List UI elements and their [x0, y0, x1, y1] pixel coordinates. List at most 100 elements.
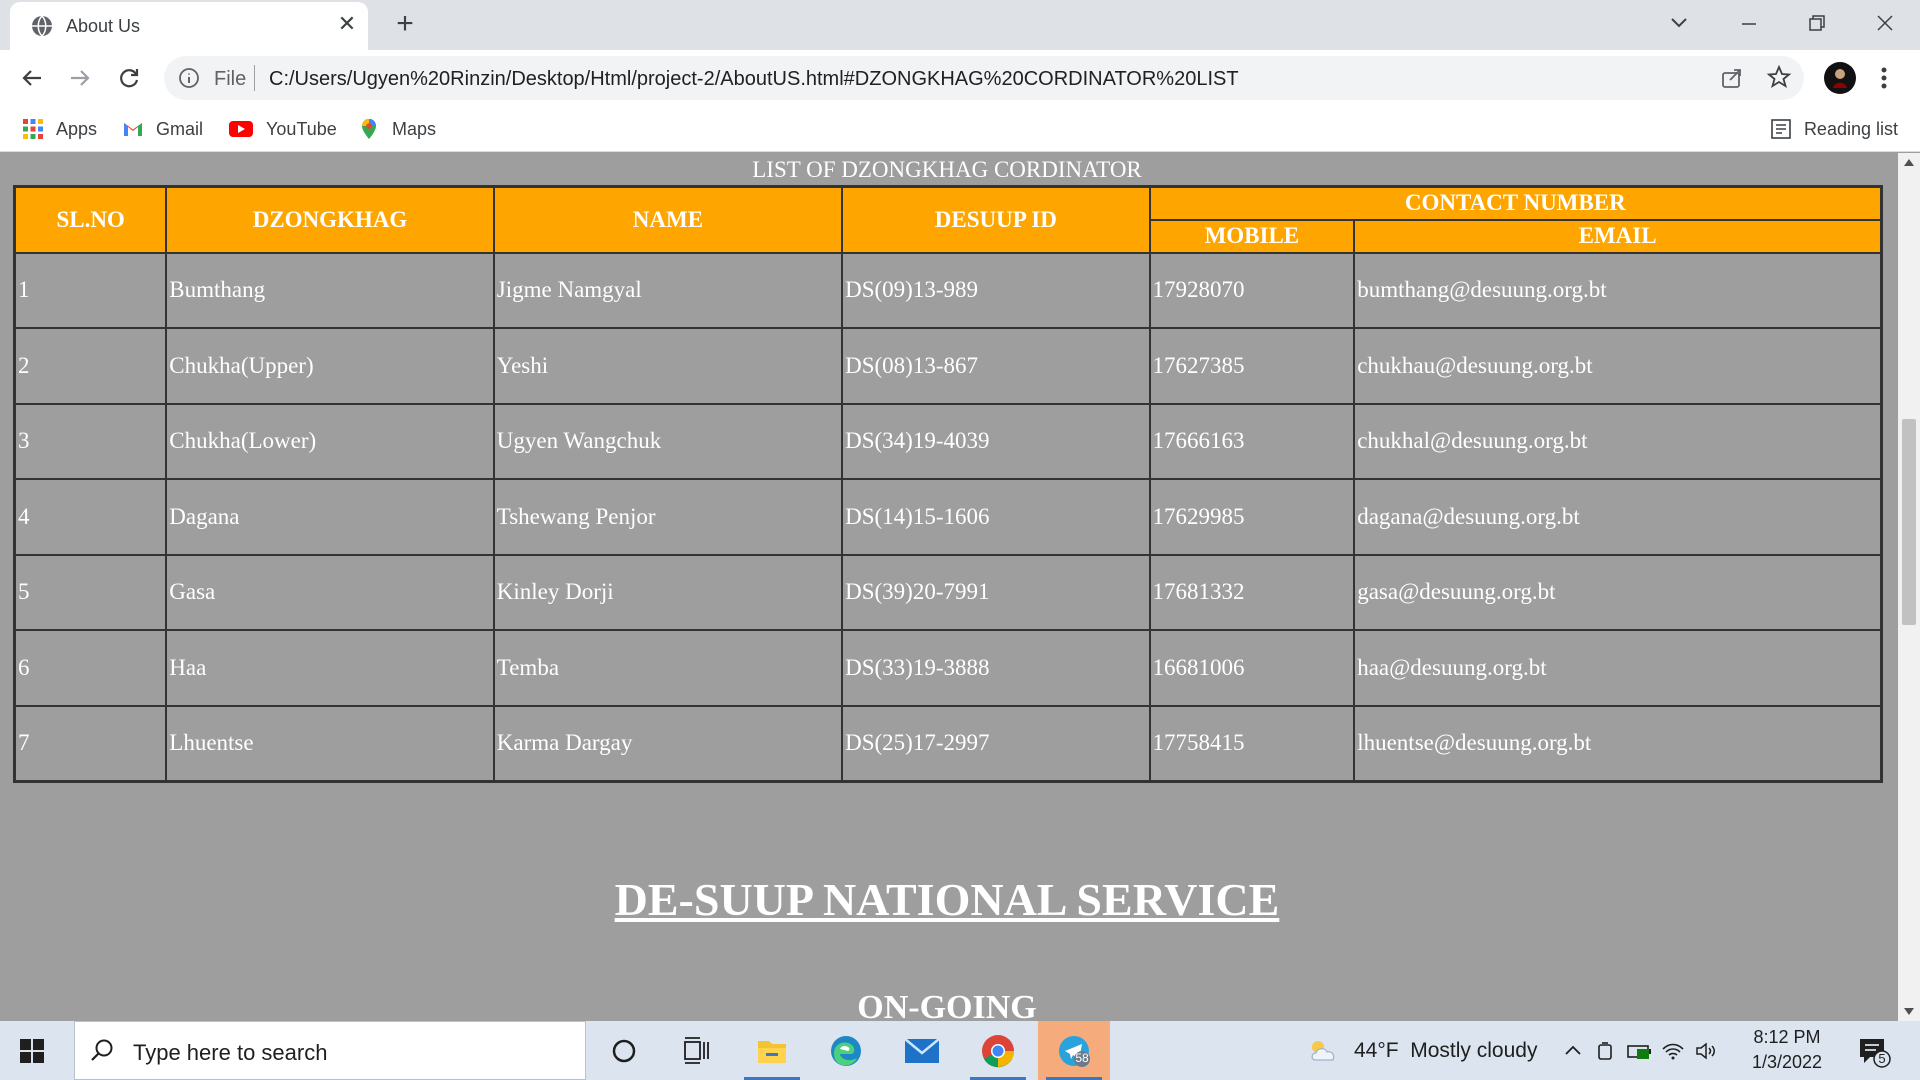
bookmark-gmail[interactable]: Gmail	[122, 116, 203, 142]
header-mobile: MOBILE	[1148, 218, 1356, 254]
apps-grid-icon	[23, 119, 43, 139]
scroll-up-arrow-icon[interactable]	[1904, 159, 1914, 166]
chrome-icon	[982, 1035, 1015, 1068]
tab-search-chevron-icon[interactable]	[1664, 8, 1694, 38]
profile-avatar[interactable]	[1824, 62, 1856, 94]
meet-now-icon[interactable]	[1594, 1040, 1618, 1062]
scroll-down-arrow-icon[interactable]	[1904, 1008, 1914, 1015]
file-explorer-icon	[758, 1041, 786, 1063]
cell-slno: 3	[13, 402, 168, 480]
close-tab-icon[interactable]: ✕	[336, 13, 358, 35]
menu-kebab-icon[interactable]	[1872, 62, 1896, 94]
weather-widget[interactable]: 44°F Mostly cloudy	[1306, 1021, 1537, 1080]
close-window-icon[interactable]	[1870, 8, 1900, 38]
cell-email: haa@desuung.org.bt	[1353, 629, 1883, 707]
header-desuup-id: DESUUP ID	[841, 185, 1151, 254]
info-icon[interactable]	[178, 67, 200, 89]
share-icon[interactable]	[1720, 66, 1744, 90]
mail-icon	[904, 1038, 940, 1063]
bookmark-label: Maps	[392, 118, 437, 139]
header-name: NAME	[492, 185, 844, 254]
header-dzongkhag: DZONGKHAG	[165, 185, 495, 254]
cell-email: dagana@desuung.org.bt	[1353, 478, 1883, 556]
back-arrow-icon[interactable]	[16, 62, 48, 94]
cell-dzongkhag: Lhuentse	[165, 704, 495, 782]
telegram-badge: 58	[1075, 1051, 1089, 1065]
tab-title: About Us	[66, 16, 141, 36]
cell-desuup-id: DS(09)13-989	[841, 251, 1151, 329]
cell-email: chukhau@desuung.org.bt	[1353, 327, 1883, 405]
cell-dzongkhag: Dagana	[165, 478, 495, 556]
cortana-button[interactable]	[588, 1021, 660, 1080]
taskbar-clock[interactable]: 8:12 PM 1/3/2022	[1732, 1025, 1842, 1075]
task-view-icon	[684, 1037, 709, 1064]
bookmark-label: Gmail	[156, 118, 204, 139]
tab-about-us[interactable]: About Us ✕	[10, 2, 368, 50]
cell-desuup-id: DS(39)20-7991	[841, 553, 1151, 631]
battery-charging-icon[interactable]	[1626, 1040, 1654, 1062]
notification-center-button[interactable]: 5	[1854, 1035, 1894, 1069]
cell-mobile: 16681006	[1148, 629, 1356, 707]
reading-list-button[interactable]: Reading list	[1770, 116, 1898, 142]
table-row: 5 Gasa Kinley Dorji DS(39)20-7991 17681332 ga…	[13, 553, 1883, 631]
cell-name: Karma Dargay	[492, 704, 844, 782]
cell-desuup-id: DS(25)17-2997	[841, 704, 1151, 782]
minimize-icon[interactable]	[1734, 8, 1764, 38]
cell-slno: 6	[13, 629, 168, 707]
wifi-icon[interactable]	[1660, 1040, 1686, 1062]
cell-slno: 4	[13, 478, 168, 556]
profile-person-icon	[1833, 69, 1847, 88]
notification-icon	[1860, 1039, 1891, 1068]
bookmark-maps[interactable]: Maps	[358, 116, 436, 142]
cell-slno: 5	[13, 553, 168, 631]
page-scrollbar[interactable]	[1898, 153, 1920, 1021]
restore-icon[interactable]	[1802, 8, 1832, 38]
cell-mobile: 17758415	[1148, 704, 1356, 782]
taskbar-edge[interactable]	[810, 1021, 882, 1080]
bookmark-youtube[interactable]: YouTube	[228, 116, 337, 142]
table-caption: LIST OF DZONGKHAG CORDINATOR	[752, 157, 1142, 182]
maps-pin-icon	[362, 119, 376, 139]
scrollbar-thumb[interactable]	[1902, 419, 1916, 625]
coordinator-table: SL.NO DZONGKHAG NAME DESUUP ID CONTACT N…	[13, 185, 1883, 783]
cell-email: bumthang@desuung.org.bt	[1353, 251, 1883, 329]
notification-count: 5	[1878, 1051, 1886, 1066]
taskbar-telegram[interactable]: 58	[1038, 1021, 1110, 1080]
taskbar-file-explorer[interactable]	[736, 1021, 808, 1080]
cell-desuup-id: DS(33)19-3888	[841, 629, 1151, 707]
search-icon	[91, 1039, 113, 1061]
bookmark-star-icon[interactable]	[1766, 64, 1792, 90]
cell-mobile: 17681332	[1148, 553, 1356, 631]
globe-icon	[32, 15, 52, 37]
omnibox-divider	[254, 65, 255, 91]
reload-icon[interactable]	[113, 62, 145, 94]
table-row: 6 Haa Temba DS(33)19-3888 16681006 haa@desuun…	[13, 629, 1883, 707]
edge-browser-icon	[831, 1036, 861, 1066]
address-bar[interactable]: File C:/Users/Ugyen%20Rinzin/Desktop/Htm…	[164, 56, 1804, 100]
show-hidden-icons-chevron-icon[interactable]	[1562, 1040, 1584, 1062]
table-row: 3 Chukha(Lower) Ugyen Wangchuk DS(34)19-403…	[13, 402, 1883, 480]
forward-arrow-icon[interactable]	[64, 62, 96, 94]
cell-mobile: 17627385	[1148, 327, 1356, 405]
telegram-icon	[1059, 1036, 1090, 1067]
cell-name: Ugyen Wangchuk	[492, 402, 844, 480]
bookmark-apps[interactable]: Apps	[22, 116, 97, 142]
taskbar-search-box[interactable]: Type here to search	[74, 1021, 586, 1080]
taskbar-chrome[interactable]	[962, 1021, 1034, 1080]
cell-dzongkhag: Chukha(Lower)	[165, 402, 495, 480]
youtube-icon	[229, 121, 253, 137]
bookmark-label: YouTube	[266, 118, 337, 139]
cell-name: Jigme Namgyal	[492, 251, 844, 329]
system-tray	[1562, 1021, 1720, 1080]
table-row: 4 Dagana Tshewang Penjor DS(14)15-1606 17629…	[13, 478, 1883, 556]
windows-start-icon[interactable]	[20, 1039, 44, 1063]
service-heading[interactable]: DE-SUUP NATIONAL SERVICE	[0, 873, 1894, 926]
new-tab-button[interactable]: +	[390, 9, 420, 40]
volume-icon[interactable]	[1694, 1040, 1720, 1062]
task-view-button[interactable]	[660, 1021, 732, 1080]
url-text[interactable]: C:/Users/Ugyen%20Rinzin/Desktop/Html/pro…	[269, 68, 1239, 91]
cell-mobile: 17629985	[1148, 478, 1356, 556]
cell-slno: 7	[13, 704, 168, 782]
cell-email: chukhal@desuung.org.bt	[1353, 402, 1883, 480]
taskbar-mail[interactable]	[886, 1021, 958, 1080]
